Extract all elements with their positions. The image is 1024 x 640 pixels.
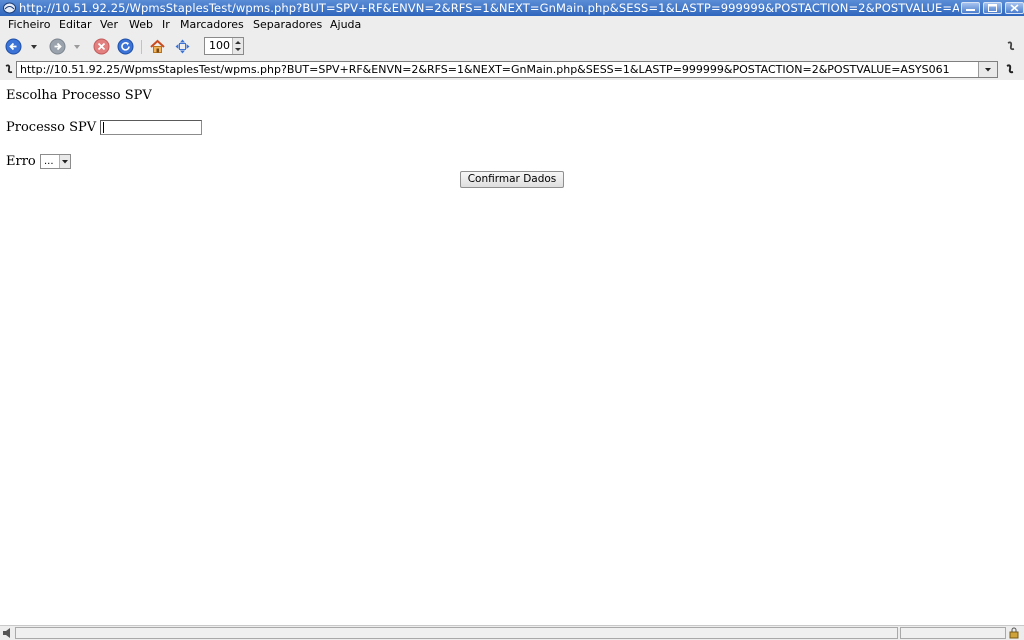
page-content: Escolha Processo SPV Processo SPV Erro .… — [0, 80, 1024, 625]
speaker-icon — [3, 628, 10, 638]
page-heading: Escolha Processo SPV — [6, 88, 152, 103]
stop-icon[interactable] — [93, 38, 110, 55]
maximize-button[interactable] — [983, 2, 1002, 14]
menu-separadores[interactable]: Separadores — [253, 16, 322, 34]
toolbar-separator — [141, 40, 142, 54]
home-icon[interactable] — [149, 38, 166, 55]
spin-arrows-icon — [235, 41, 241, 51]
erro-label: Erro — [6, 154, 36, 169]
lock-icon — [1009, 627, 1019, 639]
text-caret — [103, 122, 104, 133]
back-icon[interactable] — [5, 38, 22, 55]
minimize-button[interactable] — [961, 2, 980, 14]
site-icon — [5, 64, 13, 74]
chevron-down-icon — [62, 160, 68, 164]
progress-panel — [900, 627, 1006, 639]
erro-select[interactable]: ... — [40, 154, 71, 169]
reload-icon[interactable] — [117, 38, 134, 55]
app-icon — [3, 2, 16, 14]
url-input[interactable]: http://10.51.92.25/WpmsStaplesTest/wpms.… — [16, 61, 998, 78]
url-history-dropdown[interactable] — [978, 62, 997, 77]
menu-marcadores[interactable]: Marcadores — [180, 16, 244, 34]
erro-selected-option: ... — [44, 156, 54, 167]
minimize-icon — [966, 9, 975, 11]
menu-ajuda[interactable]: Ajuda — [330, 16, 361, 34]
chevron-down-icon — [985, 68, 991, 72]
window-titlebar[interactable]: http://10.51.92.25/WpmsStaplesTest/wpms.… — [0, 0, 1024, 16]
address-bar-row: http://10.51.92.25/WpmsStaplesTest/wpms.… — [0, 59, 1024, 80]
confirmar-dados-button[interactable]: Confirmar Dados — [460, 171, 564, 188]
fullscreen-icon[interactable] — [174, 38, 191, 55]
navigation-toolbar: 100 — [0, 34, 1024, 59]
forward-icon[interactable] — [49, 38, 66, 55]
url-text: http://10.51.92.25/WpmsStaplesTest/wpms.… — [20, 63, 950, 76]
processo-spv-input[interactable] — [100, 120, 202, 135]
menu-editar[interactable]: Editar — [59, 16, 92, 34]
close-window-button[interactable] — [1005, 2, 1024, 14]
status-bar — [0, 625, 1024, 640]
menu-ver[interactable]: Ver — [100, 16, 118, 34]
maximize-icon — [988, 4, 997, 12]
erro-dropdown-arrow[interactable] — [59, 155, 70, 168]
menu-web[interactable]: Web — [129, 16, 153, 34]
status-text-panel — [15, 627, 898, 639]
close-icon — [1010, 4, 1019, 12]
menu-bar: Ficheiro Editar Ver Web Ir Marcadores Se… — [0, 16, 1024, 34]
processo-spv-label: Processo SPV — [6, 120, 97, 135]
history-dropdown-icon[interactable] — [29, 38, 39, 55]
window-title: http://10.51.92.25/WpmsStaplesTest/wpms.… — [19, 1, 959, 15]
menu-ir[interactable]: Ir — [162, 16, 170, 34]
go-icon[interactable] — [1003, 61, 1017, 78]
zoom-input[interactable]: 100 — [204, 37, 244, 55]
forward-dropdown-icon[interactable] — [72, 38, 82, 55]
menu-ficheiro[interactable]: Ficheiro — [8, 16, 50, 34]
zoom-spinner[interactable] — [232, 38, 243, 54]
throbber-icon — [1007, 41, 1015, 51]
zoom-value: 100 — [209, 39, 230, 52]
